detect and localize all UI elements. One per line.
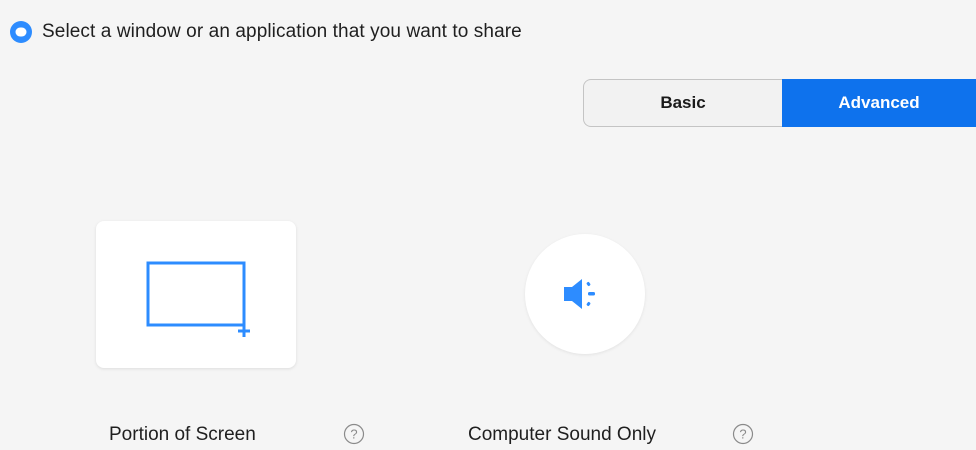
portion-of-screen-tile[interactable] [96, 221, 296, 368]
help-icon[interactable]: ? [732, 423, 754, 445]
svg-text:?: ? [739, 427, 746, 442]
basic-tab[interactable]: Basic [583, 79, 782, 127]
help-icon[interactable]: ? [343, 423, 365, 445]
mode-toggle: Basic Advanced [583, 79, 976, 127]
portion-of-screen-label: Portion of Screen [109, 424, 256, 445]
advanced-tab[interactable]: Advanced [782, 79, 976, 127]
computer-sound-tile[interactable] [525, 234, 645, 354]
share-instruction: Select a window or an application that y… [42, 21, 522, 42]
zoom-share-icon [8, 19, 34, 45]
speaker-icon [564, 279, 595, 309]
screen-portion-icon [146, 261, 250, 337]
share-header: Select a window or an application that y… [8, 18, 522, 46]
computer-sound-only-label: Computer Sound Only [468, 424, 656, 445]
svg-text:?: ? [350, 427, 357, 442]
